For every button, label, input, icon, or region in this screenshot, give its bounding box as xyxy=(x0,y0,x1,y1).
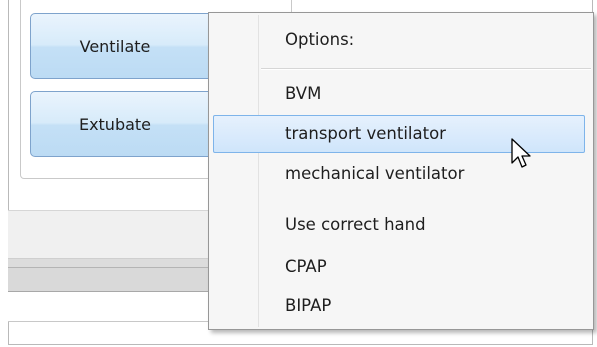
menu-item-bipap[interactable]: BIPAP xyxy=(213,287,585,325)
ventilate-button-label: Ventilate xyxy=(79,36,151,56)
mouse-pointer-icon xyxy=(511,138,531,168)
menu-item-cpap[interactable]: CPAP xyxy=(213,248,585,286)
menu-item-bvm[interactable]: BVM xyxy=(213,75,585,113)
menu-item-use-correct-hand[interactable]: Use correct hand xyxy=(213,206,585,244)
menu-header: Options: xyxy=(285,30,355,49)
menu-separator xyxy=(261,68,591,70)
options-context-menu: Options: BVM transport ventilator mechan… xyxy=(208,12,594,330)
extubate-button-label: Extubate xyxy=(78,114,152,134)
